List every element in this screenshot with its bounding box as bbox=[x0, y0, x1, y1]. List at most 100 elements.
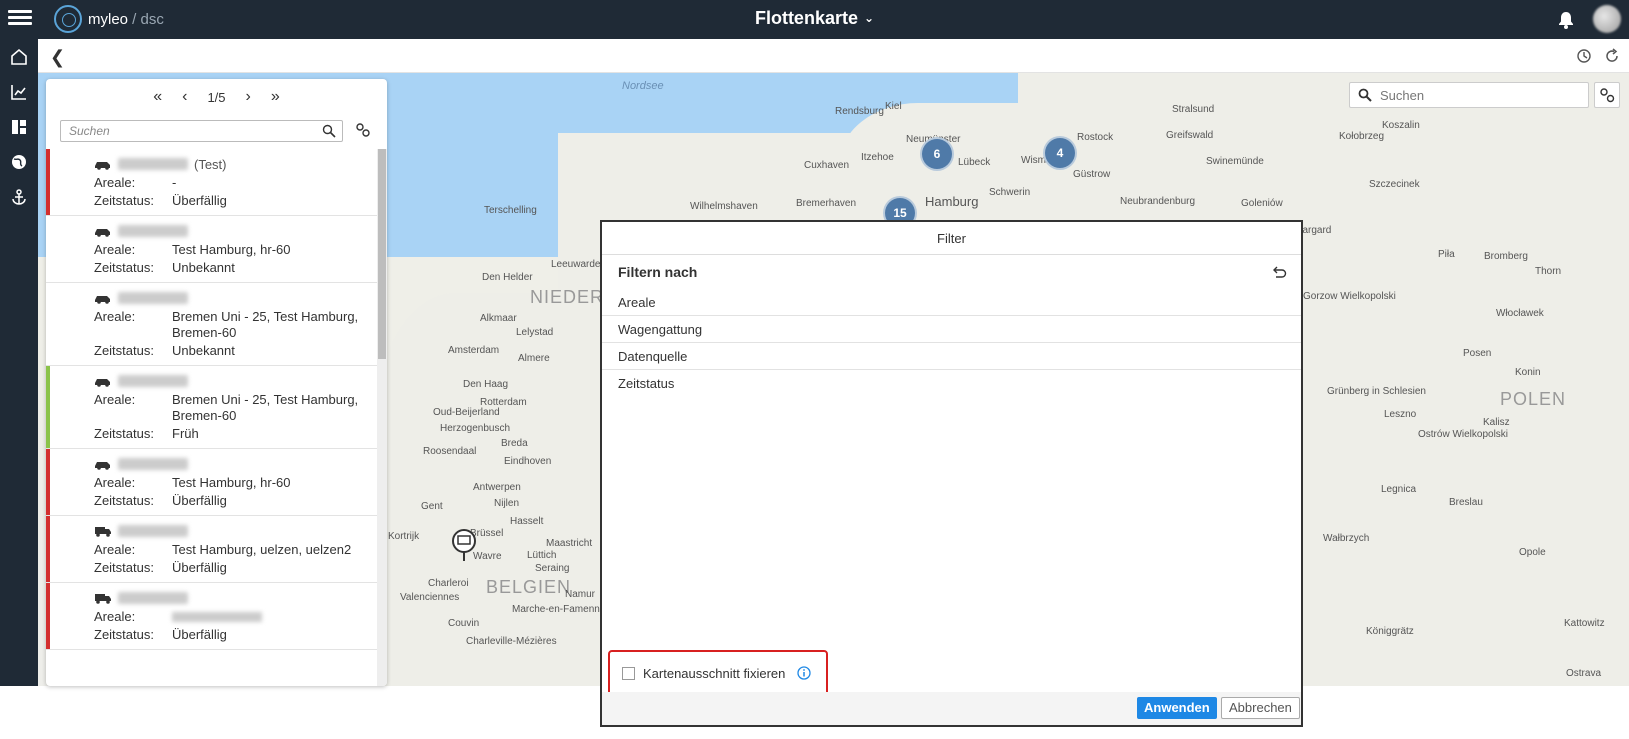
areale-value: Bremen Uni - 25, Test Hamburg, Bremen-60 bbox=[172, 309, 359, 340]
prev-page-icon[interactable]: ‹ bbox=[182, 88, 187, 106]
city-label: Ostrava bbox=[1566, 668, 1602, 679]
city-label: Charleville-Mézières bbox=[466, 636, 557, 647]
dashboard-icon[interactable] bbox=[0, 109, 38, 144]
areale-label: Areale: bbox=[94, 542, 136, 557]
city-label: Couvin bbox=[448, 618, 480, 629]
city-label: Koszalin bbox=[1382, 120, 1420, 131]
city-label: Gent bbox=[421, 501, 443, 512]
back-icon[interactable]: ❮ bbox=[50, 47, 65, 68]
vehicle-id-redacted bbox=[118, 292, 188, 304]
areale-label: Areale: bbox=[94, 392, 136, 407]
city-label: Konin bbox=[1515, 367, 1541, 378]
status-bar bbox=[46, 216, 50, 282]
city-label: Kiel bbox=[885, 101, 902, 112]
areale-value: Test Hamburg, hr-60 bbox=[172, 475, 291, 490]
city-label: Opole bbox=[1519, 547, 1546, 558]
filter-option-zeitstatus[interactable]: Zeitstatus bbox=[602, 370, 1301, 397]
city-label: Wavre bbox=[473, 551, 502, 562]
city-label: Kołobrzeg bbox=[1339, 131, 1385, 142]
zeitstatus-label: Zeitstatus: bbox=[94, 193, 154, 208]
cancel-button[interactable]: Abbrechen bbox=[1221, 697, 1300, 719]
city-label: Swinemünde bbox=[1206, 156, 1264, 167]
sea-label: Nordsee bbox=[622, 80, 664, 92]
map-cluster[interactable]: 4 bbox=[1043, 136, 1077, 170]
status-bar bbox=[46, 516, 50, 582]
home-icon[interactable] bbox=[0, 39, 38, 74]
map-settings-button[interactable] bbox=[1594, 82, 1620, 108]
zeitstatus-value: Überfällig bbox=[172, 627, 227, 642]
zeitstatus-value: Überfällig bbox=[172, 560, 227, 575]
map-search-input[interactable]: Suchen bbox=[1349, 82, 1589, 108]
zeitstatus-value: Überfällig bbox=[172, 193, 227, 208]
vehicle-id-redacted bbox=[118, 458, 188, 470]
page-indicator: 1/5 bbox=[207, 89, 226, 105]
avatar[interactable] bbox=[1593, 5, 1621, 33]
list-scrollbar[interactable] bbox=[377, 149, 387, 686]
first-page-icon[interactable]: « bbox=[153, 88, 162, 106]
list-item[interactable]: Areale: Bremen Uni - 25, Test Hamburg, Br… bbox=[46, 283, 377, 366]
country-label: NIEDER bbox=[530, 287, 605, 307]
city-label: Nijlen bbox=[494, 498, 520, 509]
anchor-icon[interactable] bbox=[0, 179, 38, 214]
city-label: Wałbrzych bbox=[1323, 533, 1370, 544]
list-item[interactable]: Areale: Test Hamburg, hr-60 Zeitstatus: Übe… bbox=[46, 449, 377, 516]
city-label: Almere bbox=[518, 353, 550, 364]
city-label: Cuxhaven bbox=[804, 160, 850, 171]
city-label: Thorn bbox=[1535, 266, 1562, 277]
city-label: Seraing bbox=[535, 563, 570, 574]
vehicle-id-redacted bbox=[118, 225, 188, 237]
chart-icon[interactable] bbox=[0, 74, 38, 109]
city-label: Schwerin bbox=[989, 187, 1031, 198]
lock-map-checkbox[interactable] bbox=[622, 666, 635, 680]
city-label: Rostock bbox=[1077, 132, 1114, 143]
settings-icon bbox=[1600, 88, 1615, 103]
list-item[interactable]: Areale: Test Hamburg, uelzen, uelzen2 Zeit… bbox=[46, 516, 377, 583]
refresh-icon[interactable] bbox=[1604, 48, 1620, 64]
car-icon bbox=[94, 292, 112, 304]
list-item[interactable]: (Test) Areale: - Zeitstatus: Überfällig bbox=[46, 149, 377, 216]
areale-value: Bremen Uni - 25, Test Hamburg, Bremen-60 bbox=[172, 392, 359, 423]
list-item[interactable]: Areale: Zeitstatus: Überfällig bbox=[46, 583, 377, 650]
city-label: Piła bbox=[1438, 249, 1455, 260]
filter-heading: Filtern nach bbox=[602, 255, 1301, 289]
history-icon[interactable] bbox=[1576, 48, 1592, 64]
filter-option-wagengattung[interactable]: Wagengattung bbox=[602, 316, 1301, 343]
chevron-down-icon[interactable]: ⌄ bbox=[864, 11, 874, 25]
page-title[interactable]: Flottenkarte ⌄ bbox=[0, 8, 1629, 29]
bell-icon[interactable] bbox=[1556, 10, 1576, 30]
zeitstatus-label: Zeitstatus: bbox=[94, 260, 154, 275]
city-label: Włocławek bbox=[1496, 308, 1544, 319]
vehicle-marker-icon[interactable] bbox=[451, 528, 477, 562]
left-nav bbox=[0, 39, 38, 686]
city-label: Leszno bbox=[1384, 409, 1417, 420]
info-icon[interactable] bbox=[797, 666, 812, 680]
list-item[interactable]: Areale: Bremen Uni - 25, Test Hamburg, Br… bbox=[46, 366, 377, 449]
city-label: Eindhoven bbox=[504, 456, 552, 467]
vehicle-id-redacted bbox=[118, 158, 188, 170]
car-icon bbox=[94, 458, 112, 470]
country-label: BELGIEN bbox=[486, 577, 572, 597]
city-label: Kalisz bbox=[1483, 417, 1510, 428]
city-label: Den Haag bbox=[463, 379, 509, 390]
next-page-icon[interactable]: › bbox=[246, 88, 251, 106]
city-label: Herzogenbusch bbox=[440, 423, 511, 434]
last-page-icon[interactable]: » bbox=[271, 88, 280, 106]
city-label: Den Helder bbox=[482, 272, 533, 283]
truck-icon bbox=[94, 525, 112, 537]
city-label: Breslau bbox=[1449, 497, 1483, 508]
city-label: Marche-en-Famenne bbox=[512, 604, 606, 615]
zeitstatus-label: Zeitstatus: bbox=[94, 560, 154, 575]
zeitstatus-label: Zeitstatus: bbox=[94, 493, 154, 508]
filter-settings-icon[interactable] bbox=[353, 120, 373, 140]
globe-icon[interactable] bbox=[0, 144, 38, 179]
undo-icon[interactable] bbox=[1271, 264, 1287, 280]
lock-map-label: Kartenausschnitt fixieren bbox=[643, 665, 786, 681]
apply-button[interactable]: Anwenden bbox=[1137, 697, 1217, 719]
list-search-input[interactable]: Suchen bbox=[60, 120, 343, 142]
vehicle-list: (Test) Areale: - Zeitstatus: Überfällig Areal… bbox=[46, 149, 377, 686]
list-item[interactable]: Areale: Test Hamburg, hr-60 Zeitstatus: Unb… bbox=[46, 216, 377, 283]
areale-label: Areale: bbox=[94, 175, 136, 190]
map-cluster[interactable]: 6 bbox=[920, 137, 954, 171]
filter-option-areale[interactable]: Areale bbox=[602, 289, 1301, 316]
filter-option-datenquelle[interactable]: Datenquelle bbox=[602, 343, 1301, 370]
